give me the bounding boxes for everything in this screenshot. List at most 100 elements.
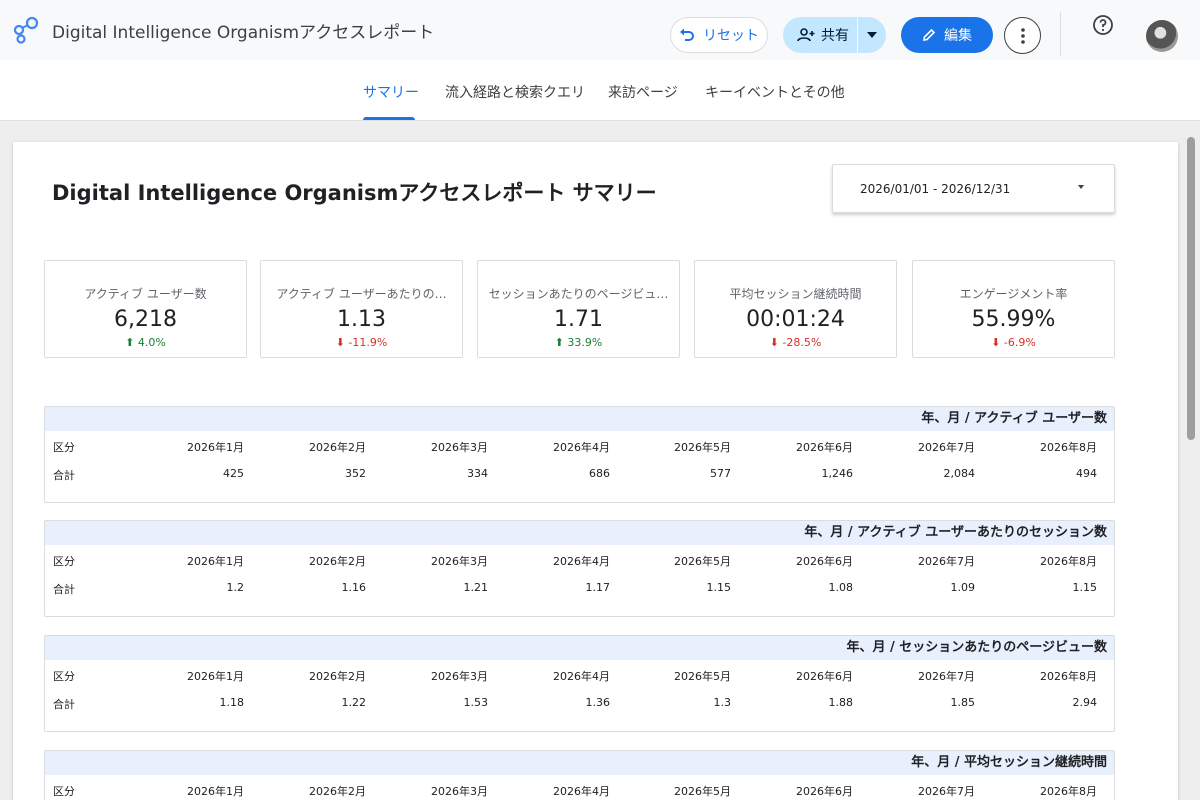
table-cell: 1.88 [828, 696, 854, 709]
kpi-value: 6,218 [114, 307, 177, 332]
app-logo-icon[interactable] [12, 16, 40, 44]
column-header: 2026年3月 [431, 555, 488, 568]
column-header: 2026年6月 [796, 785, 853, 798]
table-title: 年、月 / 平均セッション継続時間 [45, 751, 1114, 775]
table-cell: 1.18 [219, 696, 245, 709]
column-header: 2026年1月 [187, 441, 244, 454]
column-header: 2026年4月 [553, 555, 610, 568]
arrow-down-icon: ⬇ [769, 336, 779, 349]
kpi-card-active-users[interactable]: アクティブ ユーザー数 6,218 ⬆ 4.0% [44, 260, 247, 358]
table-cell: 1.36 [585, 696, 611, 709]
kpi-card-engagement-rate[interactable]: エンゲージメント率 55.99% ⬇ -6.9% [912, 260, 1115, 358]
table-cell: 1.22 [341, 696, 367, 709]
date-range-text: 2026/01/01 - 2026/12/31 [860, 182, 1011, 196]
app-title[interactable]: Digital Intelligence Organismアクセスレポート [52, 18, 434, 43]
column-header: 2026年4月 [553, 670, 610, 683]
dropdown-caret-icon [1078, 185, 1084, 189]
table-active-users[interactable]: 年、月 / アクティブ ユーザー数 区分 2026年1月 2026年2月 202… [44, 406, 1115, 503]
kpi-card-pageviews-per-session[interactable]: セッションあたりのページビュ… 1.71 ⬆ 33.9% [477, 260, 680, 358]
column-header: 2026年4月 [553, 441, 610, 454]
share-dropdown-button[interactable] [858, 17, 886, 53]
table-row: 合計 425 352 334 686 577 1,246 2,084 494 [45, 459, 1114, 487]
undo-icon [680, 28, 694, 41]
table-cell: 1.08 [828, 581, 854, 594]
table-cell: 1.17 [585, 581, 611, 594]
table-cell: 425 [223, 467, 244, 480]
column-header: 2026年4月 [553, 785, 610, 798]
table-cell: 2,084 [943, 467, 976, 480]
table-title: 年、月 / アクティブ ユーザーあたりのセッション数 [45, 521, 1114, 545]
kpi-value: 1.13 [337, 307, 386, 332]
tab-summary[interactable]: サマリー [363, 82, 419, 102]
tab-traffic-sources[interactable]: 流入経路と検索クエリ [445, 82, 585, 102]
table-cell: 1.85 [950, 696, 976, 709]
kpi-label: アクティブ ユーザーあたりの… [276, 287, 447, 301]
column-header: 2026年8月 [1040, 670, 1097, 683]
column-header: 2026年7月 [918, 785, 975, 798]
table-cell: 1.2 [226, 581, 245, 594]
row-label: 合計 [53, 583, 75, 596]
table-header-row: 区分 2026年1月 2026年2月 2026年3月 2026年4月 2026年… [45, 431, 1114, 459]
arrow-down-icon: ⬇ [335, 336, 345, 349]
table-cell: 494 [1076, 467, 1097, 480]
column-header: 2026年6月 [796, 555, 853, 568]
column-header: 2026年6月 [796, 670, 853, 683]
table-row: 合計 1.18 1.22 1.53 1.36 1.3 1.88 1.85 2.9… [45, 688, 1114, 716]
column-header: 2026年2月 [309, 670, 366, 683]
column-header: 2026年7月 [918, 670, 975, 683]
reset-button[interactable]: リセット [670, 17, 768, 53]
column-header: 2026年8月 [1040, 785, 1097, 798]
column-header: 2026年8月 [1040, 555, 1097, 568]
column-header: 2026年1月 [187, 785, 244, 798]
row-label: 合計 [53, 698, 75, 711]
user-avatar[interactable] [1146, 20, 1178, 52]
table-header-row: 区分 2026年1月 2026年2月 2026年3月 2026年4月 2026年… [45, 775, 1114, 800]
edit-button[interactable]: 編集 [901, 17, 993, 53]
column-header: 区分 [53, 785, 75, 798]
table-cell: 2.94 [1072, 696, 1098, 709]
table-title: 年、月 / アクティブ ユーザー数 [45, 407, 1114, 431]
kpi-label: 平均セッション継続時間 [729, 287, 862, 301]
help-icon[interactable] [1092, 14, 1114, 36]
kpi-card-sessions-per-user[interactable]: アクティブ ユーザーあたりの… 1.13 ⬇ -11.9% [260, 260, 463, 358]
page-tabs: サマリー 流入経路と検索クエリ 来訪ページ キーイベントとその他 [0, 60, 1200, 121]
table-avg-session-duration[interactable]: 年、月 / 平均セッション継続時間 区分 2026年1月 2026年2月 202… [44, 750, 1115, 800]
table-cell: 352 [345, 467, 366, 480]
table-cell: 1.53 [463, 696, 489, 709]
tab-key-events[interactable]: キーイベントとその他 [705, 82, 845, 102]
kpi-value: 00:01:24 [746, 307, 845, 332]
table-pageviews-per-session[interactable]: 年、月 / セッションあたりのページビュー数 区分 2026年1月 2026年2… [44, 635, 1115, 732]
reset-label: リセット [703, 28, 759, 44]
column-header: 2026年7月 [918, 555, 975, 568]
date-range-picker[interactable]: 2026/01/01 - 2026/12/31 [832, 164, 1115, 213]
table-sessions-per-user[interactable]: 年、月 / アクティブ ユーザーあたりのセッション数 区分 2026年1月 20… [44, 520, 1115, 617]
column-header: 区分 [53, 441, 75, 454]
kpi-value: 1.71 [554, 307, 603, 332]
kpi-delta: ⬇ -6.9% [991, 336, 1036, 349]
column-header: 2026年2月 [309, 441, 366, 454]
active-tab-indicator [363, 117, 415, 120]
column-header: 2026年8月 [1040, 441, 1097, 454]
column-header: 2026年1月 [187, 555, 244, 568]
more-options-button[interactable] [1004, 17, 1041, 54]
kpi-label: アクティブ ユーザー数 [84, 287, 207, 301]
column-header: 2026年5月 [674, 785, 731, 798]
more-vert-icon [1020, 27, 1025, 44]
tab-landing-pages[interactable]: 来訪ページ [608, 82, 678, 102]
kpi-card-avg-session-duration[interactable]: 平均セッション継続時間 00:01:24 ⬇ -28.5% [694, 260, 897, 358]
column-header: 区分 [53, 670, 75, 683]
add-person-icon [797, 28, 815, 42]
column-header: 2026年5月 [674, 670, 731, 683]
column-header: 2026年3月 [431, 785, 488, 798]
pencil-icon [923, 28, 936, 41]
table-title: 年、月 / セッションあたりのページビュー数 [45, 636, 1114, 660]
column-header: 2026年5月 [674, 555, 731, 568]
scrollbar-thumb[interactable] [1187, 137, 1195, 440]
column-header: 2026年5月 [674, 441, 731, 454]
kpi-label: エンゲージメント率 [959, 287, 1068, 301]
column-header: 2026年2月 [309, 785, 366, 798]
column-header: 2026年3月 [431, 670, 488, 683]
share-button[interactable]: 共有 [783, 17, 857, 53]
row-label: 合計 [53, 469, 75, 482]
table-header-row: 区分 2026年1月 2026年2月 2026年3月 2026年4月 2026年… [45, 545, 1114, 573]
